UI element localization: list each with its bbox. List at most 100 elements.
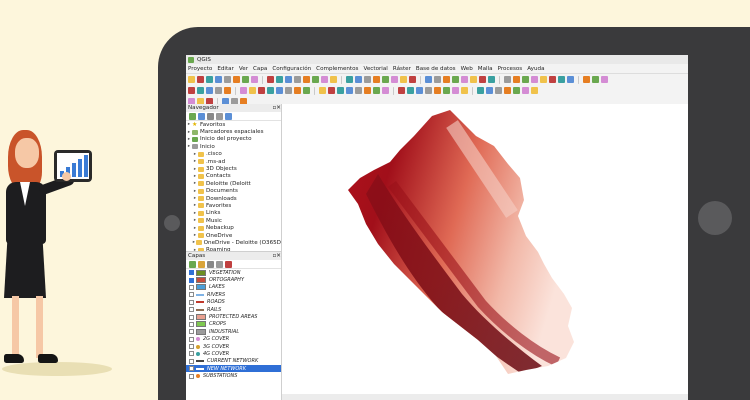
tool-button-icon[interactable]: [312, 76, 319, 83]
layer-item[interactable]: CURRENT NETWORK: [186, 358, 281, 365]
tool-button-icon[interactable]: [337, 87, 344, 94]
browser-item[interactable]: ▸ Downloads: [186, 195, 281, 202]
menu-editar[interactable]: Editar: [217, 66, 234, 72]
tool-button-icon[interactable]: [425, 87, 432, 94]
filter-icon[interactable]: [207, 112, 214, 120]
browser-item[interactable]: ▸ Music: [186, 217, 281, 224]
tool-button-icon[interactable]: [206, 87, 213, 94]
tool-button-icon[interactable]: [504, 76, 511, 83]
browser-item[interactable]: ▸ OneDrive - Deloitte (O365D: [186, 239, 281, 246]
menu-web[interactable]: Web: [461, 66, 473, 72]
tool-button-icon[interactable]: [364, 76, 371, 83]
layer-visibility-checkbox[interactable]: [189, 314, 194, 320]
tool-button-icon[interactable]: [434, 87, 441, 94]
browser-item[interactable]: ▸ Favorites: [186, 202, 281, 209]
tool-button-icon[interactable]: [267, 76, 274, 83]
tablet-home-button[interactable]: [698, 201, 732, 235]
menu-capa[interactable]: Capa: [253, 66, 267, 72]
layer-item[interactable]: ROADS: [186, 299, 281, 306]
layer-item[interactable]: 4G COVER: [186, 350, 281, 357]
menu-proyecto[interactable]: Proyecto: [188, 66, 212, 72]
tool-button-icon[interactable]: [452, 76, 459, 83]
tool-button-icon[interactable]: [452, 87, 459, 94]
tool-button-icon[interactable]: [443, 87, 450, 94]
tool-button-icon[interactable]: [540, 76, 547, 83]
browser-item[interactable]: ▸ Links: [186, 210, 281, 217]
tool-button-icon[interactable]: [558, 76, 565, 83]
collapse-icon[interactable]: [216, 112, 223, 120]
tool-button-icon[interactable]: [504, 87, 511, 94]
tool-button-icon[interactable]: [319, 87, 326, 94]
tool-button-icon[interactable]: [330, 76, 337, 83]
tool-button-icon[interactable]: [215, 76, 222, 83]
tool-button-icon[interactable]: [188, 76, 195, 83]
layer-visibility-checkbox[interactable]: [189, 358, 194, 364]
layer-item[interactable]: INDUSTRIAL: [186, 328, 281, 335]
tool-button-icon[interactable]: [224, 76, 231, 83]
tool-button-icon[interactable]: [522, 87, 529, 94]
menu-complementos[interactable]: Complementos: [316, 66, 358, 72]
browser-item[interactable]: ▸ Marcadores espaciales: [186, 128, 281, 135]
tool-button-icon[interactable]: [461, 76, 468, 83]
tool-button-icon[interactable]: [267, 87, 274, 94]
tool-button-icon[interactable]: [197, 76, 204, 83]
layer-visibility-checkbox[interactable]: [189, 284, 194, 290]
layer-visibility-checkbox[interactable]: [189, 366, 194, 372]
tool-button-icon[interactable]: [522, 76, 529, 83]
layer-item[interactable]: RAILS: [186, 306, 281, 313]
tool-button-icon[interactable]: [285, 76, 292, 83]
tool-button-icon[interactable]: [470, 76, 477, 83]
tool-button-icon[interactable]: [567, 76, 574, 83]
add-layer-icon[interactable]: [189, 112, 196, 120]
tool-button-icon[interactable]: [240, 87, 247, 94]
tool-button-icon[interactable]: [328, 87, 335, 94]
tool-button-icon[interactable]: [276, 76, 283, 83]
tool-button-icon[interactable]: [321, 76, 328, 83]
tool-button-icon[interactable]: [425, 76, 432, 83]
layer-visibility-checkbox[interactable]: [189, 344, 194, 350]
tool-button-icon[interactable]: [346, 87, 353, 94]
layer-item[interactable]: RIVERS: [186, 291, 281, 298]
tool-button-icon[interactable]: [434, 76, 441, 83]
tool-button-icon[interactable]: [461, 87, 468, 94]
browser-item[interactable]: ▸ .ms-ad: [186, 158, 281, 165]
browser-item[interactable]: ▸ Documents: [186, 188, 281, 195]
tool-button-icon[interactable]: [233, 76, 240, 83]
tool-button-icon[interactable]: [409, 76, 416, 83]
tool-button-icon[interactable]: [416, 87, 423, 94]
tool-button-icon[interactable]: [479, 76, 486, 83]
tool-button-icon[interactable]: [303, 76, 310, 83]
refresh-icon[interactable]: [198, 112, 205, 120]
layer-visibility-checkbox[interactable]: [189, 351, 194, 357]
tool-button-icon[interactable]: [258, 87, 265, 94]
menu-base-de-datos[interactable]: Base de datos: [416, 66, 456, 72]
layer-item[interactable]: 2G COVER: [186, 336, 281, 343]
tool-button-icon[interactable]: [285, 87, 292, 94]
expand-icon[interactable]: [216, 260, 223, 268]
tool-button-icon[interactable]: [346, 76, 353, 83]
browser-item[interactable]: ▸ OneDrive: [186, 232, 281, 239]
style-icon[interactable]: [189, 260, 196, 268]
browser-item[interactable]: ▸ Contacts: [186, 173, 281, 180]
tool-button-icon[interactable]: [486, 87, 493, 94]
menu-vectorial[interactable]: Vectorial: [363, 66, 387, 72]
layer-visibility-checkbox[interactable]: [189, 336, 194, 342]
tool-button-icon[interactable]: [249, 87, 256, 94]
tool-button-icon[interactable]: [531, 87, 538, 94]
tool-button-icon[interactable]: [303, 87, 310, 94]
tool-button-icon[interactable]: [549, 76, 556, 83]
tool-button-icon[interactable]: [382, 76, 389, 83]
layer-item[interactable]: LAKES: [186, 284, 281, 291]
help-icon[interactable]: [225, 112, 232, 120]
tool-button-icon[interactable]: [373, 87, 380, 94]
tool-button-icon[interactable]: [407, 87, 414, 94]
layer-item[interactable]: SUBSTATIONS: [186, 372, 281, 379]
layer-visibility-checkbox[interactable]: [189, 373, 194, 379]
panel-close-icon[interactable]: ▫✕: [273, 105, 281, 111]
browser-item[interactable]: ▸ .cisco: [186, 151, 281, 158]
tool-button-icon[interactable]: [251, 76, 258, 83]
tool-button-icon[interactable]: [242, 76, 249, 83]
tool-button-icon[interactable]: [513, 87, 520, 94]
add-group-icon[interactable]: [198, 260, 205, 268]
menu-malla[interactable]: Malla: [478, 66, 493, 72]
